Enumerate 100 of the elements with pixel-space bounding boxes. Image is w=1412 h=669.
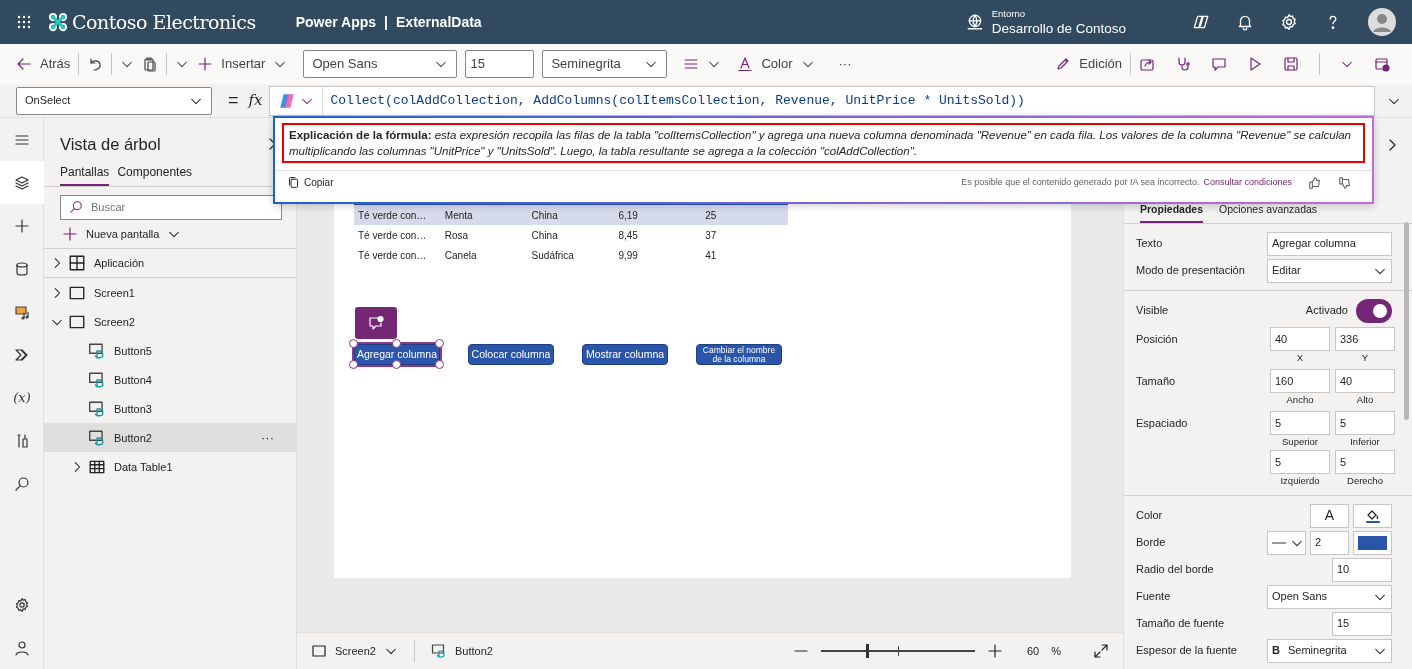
double-chevron-icon[interactable] [14, 346, 30, 363]
edit-button[interactable]: Edición [1055, 54, 1122, 74]
scrollbar[interactable] [1404, 222, 1409, 420]
slider-thumb[interactable] [866, 644, 870, 658]
canvas-button[interactable]: Colocar columna [468, 344, 554, 365]
copy-button[interactable]: Copiar [287, 175, 334, 190]
notifications-icon[interactable] [1236, 13, 1254, 31]
panel-tab[interactable]: Pantallas [60, 162, 110, 186]
rail-tab[interactable]: (x) [0, 376, 44, 419]
product-name: Power Apps [295, 12, 377, 32]
comment-add-button[interactable] [355, 307, 397, 339]
terms-link[interactable]: Consultar condiciones [1203, 175, 1292, 190]
property-label: Color [1136, 508, 1163, 524]
border-style-dropdown[interactable] [1267, 530, 1306, 555]
thumbs-up-icon[interactable] [1308, 175, 1322, 190]
thumbs-down-icon[interactable] [1338, 175, 1352, 190]
resize-handle[interactable] [435, 360, 444, 369]
tree-item[interactable]: Button3 [44, 394, 296, 424]
font-dropdown[interactable]: Open Sans [303, 50, 458, 78]
paste-icon[interactable] [142, 56, 159, 72]
table-row[interactable]: Té verde con… Menta China 6,19 25 [354, 205, 788, 225]
number-field[interactable]: 160 [1270, 369, 1330, 393]
resize-handle[interactable] [349, 339, 358, 348]
properties-tab[interactable]: Opciones avanzadas [1219, 202, 1318, 223]
font-size-field[interactable]: 15 [465, 50, 535, 78]
text-color-button[interactable]: A [1310, 503, 1349, 528]
settings-icon[interactable] [1280, 13, 1298, 31]
number-field[interactable]: 336 [1335, 327, 1395, 351]
settings-icon[interactable] [14, 596, 30, 613]
border-color-button[interactable] [1353, 530, 1392, 555]
screen-selector[interactable]: Screen2 [311, 642, 398, 660]
tree-item[interactable]: Button5 [44, 336, 296, 366]
font-weight-dropdown[interactable]: Seminegrita [542, 50, 668, 78]
tree-item[interactable]: Screen2 [44, 307, 296, 337]
fill-color-button[interactable] [1353, 503, 1392, 528]
layers-icon[interactable] [14, 174, 30, 191]
resize-handle[interactable] [392, 339, 401, 348]
play-icon[interactable] [1247, 56, 1263, 72]
property-dropdown[interactable]: Editar [1267, 258, 1392, 283]
property-label: Tamaño de fuente [1136, 616, 1225, 632]
number-field[interactable]: 40 [1270, 327, 1330, 351]
new-screen-button[interactable]: Nueva pantalla [44, 219, 296, 250]
variables-icon[interactable]: (x) [13, 387, 31, 408]
person-icon[interactable] [14, 639, 30, 656]
property-dropdown[interactable]: B Seminegrita [1267, 638, 1392, 663]
resize-handle[interactable] [349, 360, 358, 369]
property-dropdown[interactable]: Open Sans [1267, 584, 1392, 609]
fit-screen-icon[interactable] [1093, 643, 1109, 659]
save-icon[interactable] [1283, 56, 1299, 72]
property-label: Visible [1136, 303, 1169, 319]
number-field[interactable]: 15 [1332, 611, 1392, 636]
app-launcher-icon[interactable] [16, 14, 32, 30]
cylinder-icon[interactable] [14, 260, 30, 277]
number-field[interactable]: 5 [1270, 450, 1330, 474]
zoom-in-icon[interactable] [986, 643, 1003, 659]
comment-icon[interactable] [1211, 56, 1227, 72]
color-button[interactable]: Color [737, 54, 815, 74]
number-field[interactable]: 5 [1335, 411, 1395, 435]
table-row[interactable]: Té verde con… Rosa China 8,45 37 [354, 225, 788, 245]
tree-item[interactable]: Aplicación [44, 249, 296, 279]
resize-handle[interactable] [392, 360, 401, 369]
toggle-switch[interactable] [1356, 298, 1392, 323]
environment-name[interactable]: Desarrollo de Contoso [991, 21, 1126, 35]
button-control-icon [431, 643, 447, 659]
canvas-button[interactable]: Mostrar columna [582, 344, 668, 365]
number-field[interactable]: 40 [1335, 369, 1395, 393]
search-icon[interactable] [14, 475, 30, 492]
canvas-button[interactable]: Cambiar el nombre de la columna [696, 344, 782, 365]
more-button[interactable]: ··· [838, 54, 852, 74]
copilot-icon[interactable] [1192, 13, 1210, 31]
more-options-button[interactable]: ··· [261, 428, 274, 448]
back-button[interactable]: Atrás [16, 54, 71, 74]
align-icon[interactable] [683, 56, 700, 72]
panel-tab[interactable]: Componentes [117, 162, 193, 186]
control-breadcrumb[interactable]: Button2 [431, 642, 493, 660]
table-row[interactable]: Té verde con… Canela Sudáfrica 9,99 41 [354, 245, 788, 265]
number-field[interactable]: 10 [1332, 557, 1392, 582]
search-field[interactable]: Buscar [60, 194, 282, 220]
number-field[interactable]: 5 [1335, 450, 1395, 474]
undo-icon[interactable] [87, 56, 104, 72]
tree-item[interactable]: Button4 [44, 365, 296, 395]
rail-tab[interactable] [0, 161, 44, 204]
insert-button[interactable]: Insertar [197, 54, 288, 74]
number-field[interactable]: 2 [1310, 530, 1349, 555]
canvas-button[interactable]: Agregar columna [354, 344, 440, 365]
tree-item[interactable]: Button2 ··· [44, 423, 296, 453]
resize-handle[interactable] [435, 339, 444, 348]
media-icon[interactable] [14, 303, 30, 320]
text-field[interactable]: Agregar columna [1267, 231, 1392, 256]
tree-item[interactable]: Screen1 [44, 278, 296, 308]
share-icon[interactable] [1139, 56, 1155, 72]
stethoscope-icon[interactable] [1175, 56, 1191, 72]
avatar[interactable] [1368, 8, 1396, 36]
plus-icon[interactable] [14, 217, 30, 234]
number-field[interactable]: 5 [1270, 411, 1330, 435]
field-caption: Superior [1281, 435, 1319, 449]
property-dropdown[interactable]: OnSelect [16, 86, 212, 115]
tree-item[interactable]: Data Table1 [44, 452, 296, 482]
button-control-icon [88, 341, 106, 360]
publish-icon[interactable] [1374, 56, 1390, 72]
